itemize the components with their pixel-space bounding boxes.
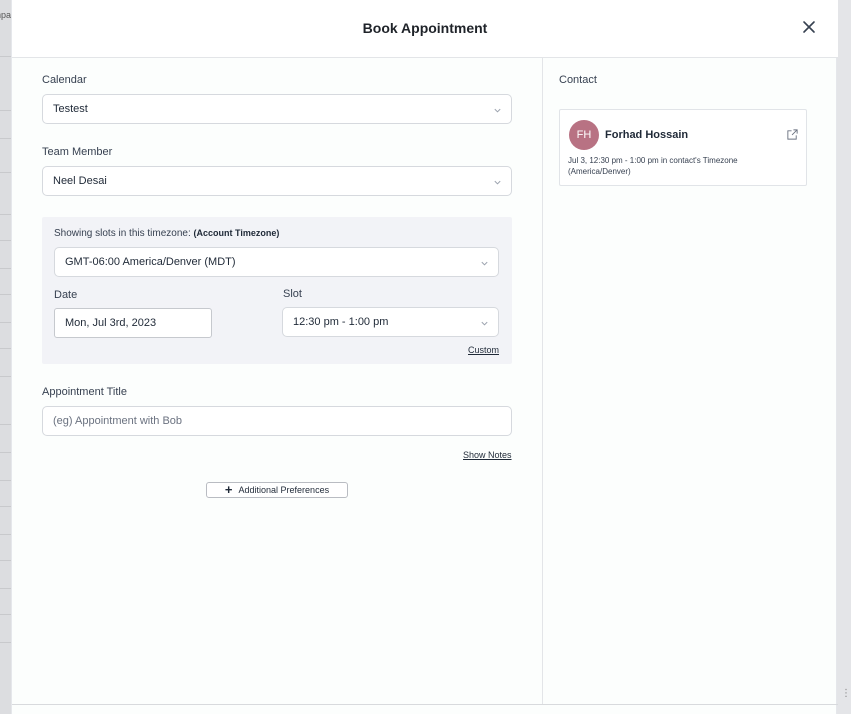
background-edge-text: npa <box>0 10 12 20</box>
modal-title: Book Appointment <box>362 20 488 36</box>
close-icon <box>803 21 815 33</box>
timezone-label-note: (Account Timezone) <box>193 228 280 238</box>
calendar-value: Testest <box>53 103 88 115</box>
contact-section-label: Contact <box>559 74 597 86</box>
additional-preferences-button[interactable]: + Additional Preferences <box>206 482 348 498</box>
modal-header: Book Appointment <box>12 0 838 58</box>
avatar: FH <box>569 120 599 150</box>
team-member-select[interactable]: Neel Desai <box>42 166 512 196</box>
timezone-slot-panel: Showing slots in this timezone: (Account… <box>42 217 512 364</box>
external-link-icon[interactable] <box>786 128 799 141</box>
chevron-down-icon <box>494 108 501 113</box>
additional-preferences-label: Additional Preferences <box>238 485 330 495</box>
slot-value: 12:30 pm - 1:00 pm <box>293 316 389 328</box>
contact-card[interactable]: FH Forhad Hossain Jul 3, 12:30 pm - 1:00… <box>559 109 807 186</box>
date-input[interactable]: Mon, Jul 3rd, 2023 <box>54 308 212 338</box>
chevron-down-icon <box>481 321 488 326</box>
appointment-form: Calendar Testest Team Member Neel Desai … <box>12 58 542 704</box>
timezone-label: Showing slots in this timezone: (Account… <box>54 228 279 239</box>
team-member-label: Team Member <box>42 146 113 158</box>
contact-name: Forhad Hossain <box>605 129 689 141</box>
contact-appointment-meta: Jul 3, 12:30 pm - 1:00 pm in contact's T… <box>568 156 738 176</box>
show-notes-link[interactable]: Show Notes <box>463 450 512 460</box>
calendar-select[interactable]: Testest <box>42 94 512 124</box>
close-button[interactable] <box>802 20 818 36</box>
background-page-edge-right: ⋮ <box>837 0 851 714</box>
slot-label: Slot <box>283 288 302 300</box>
plus-icon: + <box>224 482 233 497</box>
chevron-down-icon <box>481 261 488 266</box>
timezone-select[interactable]: GMT-06:00 America/Denver (MDT) <box>54 247 499 277</box>
appointment-title-input[interactable]: (eg) Appointment with Bob <box>42 406 512 436</box>
book-appointment-modal: Book Appointment Calendar Testest Team M… <box>11 0 838 714</box>
team-member-value: Neel Desai <box>53 175 107 187</box>
slot-select[interactable]: 12:30 pm - 1:00 pm <box>282 307 499 337</box>
custom-slot-link[interactable]: Custom <box>468 345 499 355</box>
modal-footer-divider <box>12 704 838 705</box>
timezone-value: GMT-06:00 America/Denver (MDT) <box>65 256 236 268</box>
contact-panel: Contact FH Forhad Hossain Jul 3, 12:30 p… <box>542 58 838 704</box>
appointment-title-label: Appointment Title <box>42 386 127 398</box>
date-label: Date <box>54 289 78 301</box>
more-dots-icon: ⋮ <box>841 688 851 699</box>
chevron-down-icon <box>494 180 501 185</box>
calendar-label: Calendar <box>42 74 87 86</box>
timezone-label-text: Showing slots in this timezone: <box>54 228 191 239</box>
